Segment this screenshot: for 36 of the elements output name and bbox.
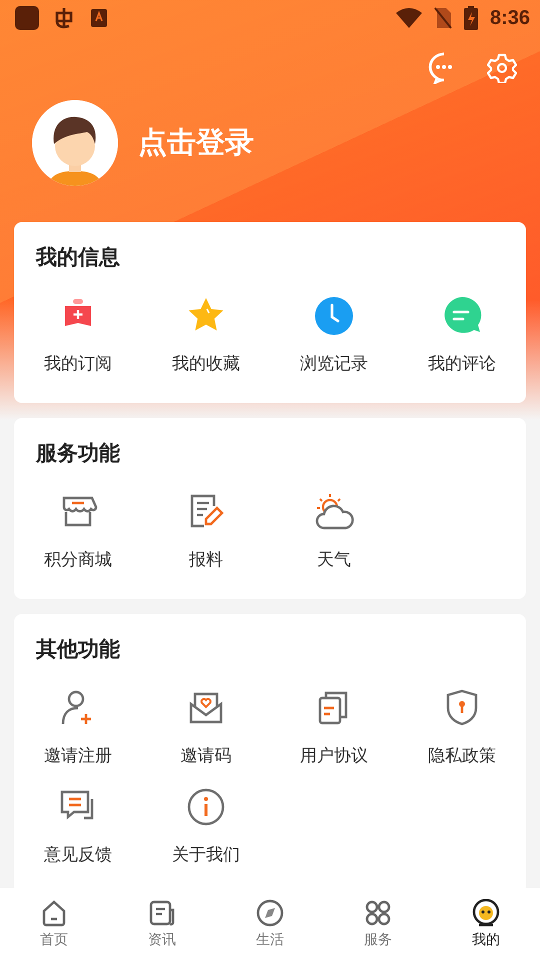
section-title: 其他功能: [36, 636, 120, 663]
menu-item[interactable]: 邀请码: [180, 684, 232, 769]
menu-item[interactable]: 关于我们: [172, 783, 240, 868]
clock-icon: [312, 294, 356, 338]
menu-item[interactable]: 我的收藏: [172, 292, 240, 377]
menu-item[interactable]: 报料: [184, 488, 228, 573]
section-title: 服务功能: [36, 440, 120, 467]
menu-item[interactable]: 意见反馈: [44, 783, 112, 868]
menu-item[interactable]: 我的订阅: [44, 292, 112, 377]
settings-button[interactable]: [486, 52, 518, 84]
menu-item[interactable]: 隐私政策: [428, 684, 496, 769]
menu-item[interactable]: 浏览记录: [300, 292, 368, 377]
grid-icon: [364, 899, 392, 927]
battery-icon: [464, 6, 478, 30]
keyboard-icon: [90, 8, 108, 28]
app-square-icon: [14, 5, 40, 31]
menu-item[interactable]: 用户协议: [300, 684, 368, 769]
nav-tab[interactable]: 服务: [324, 888, 432, 960]
avatar-icon[interactable]: [32, 100, 118, 186]
wifi-icon: [396, 8, 422, 28]
compass-icon: [256, 899, 284, 927]
nav-tab[interactable]: 我的: [432, 888, 540, 960]
menu-item[interactable]: 积分商城: [44, 488, 112, 573]
menu-item[interactable]: 邀请注册: [44, 684, 112, 769]
newspaper-icon: [148, 899, 176, 927]
nav-tab[interactable]: 首页: [0, 888, 108, 960]
nav-tab[interactable]: 资讯: [108, 888, 216, 960]
status-time: 8:36: [490, 6, 530, 30]
home-icon: [40, 899, 68, 927]
menu-item[interactable]: 我的评论: [428, 292, 496, 377]
no-sim-icon: [434, 7, 452, 29]
mascot-icon: [472, 899, 500, 927]
nav-tab[interactable]: 生活: [216, 888, 324, 960]
settings-icon: [487, 53, 517, 83]
section-title: 我的信息: [36, 244, 120, 271]
menu-item[interactable]: 天气: [312, 488, 356, 573]
